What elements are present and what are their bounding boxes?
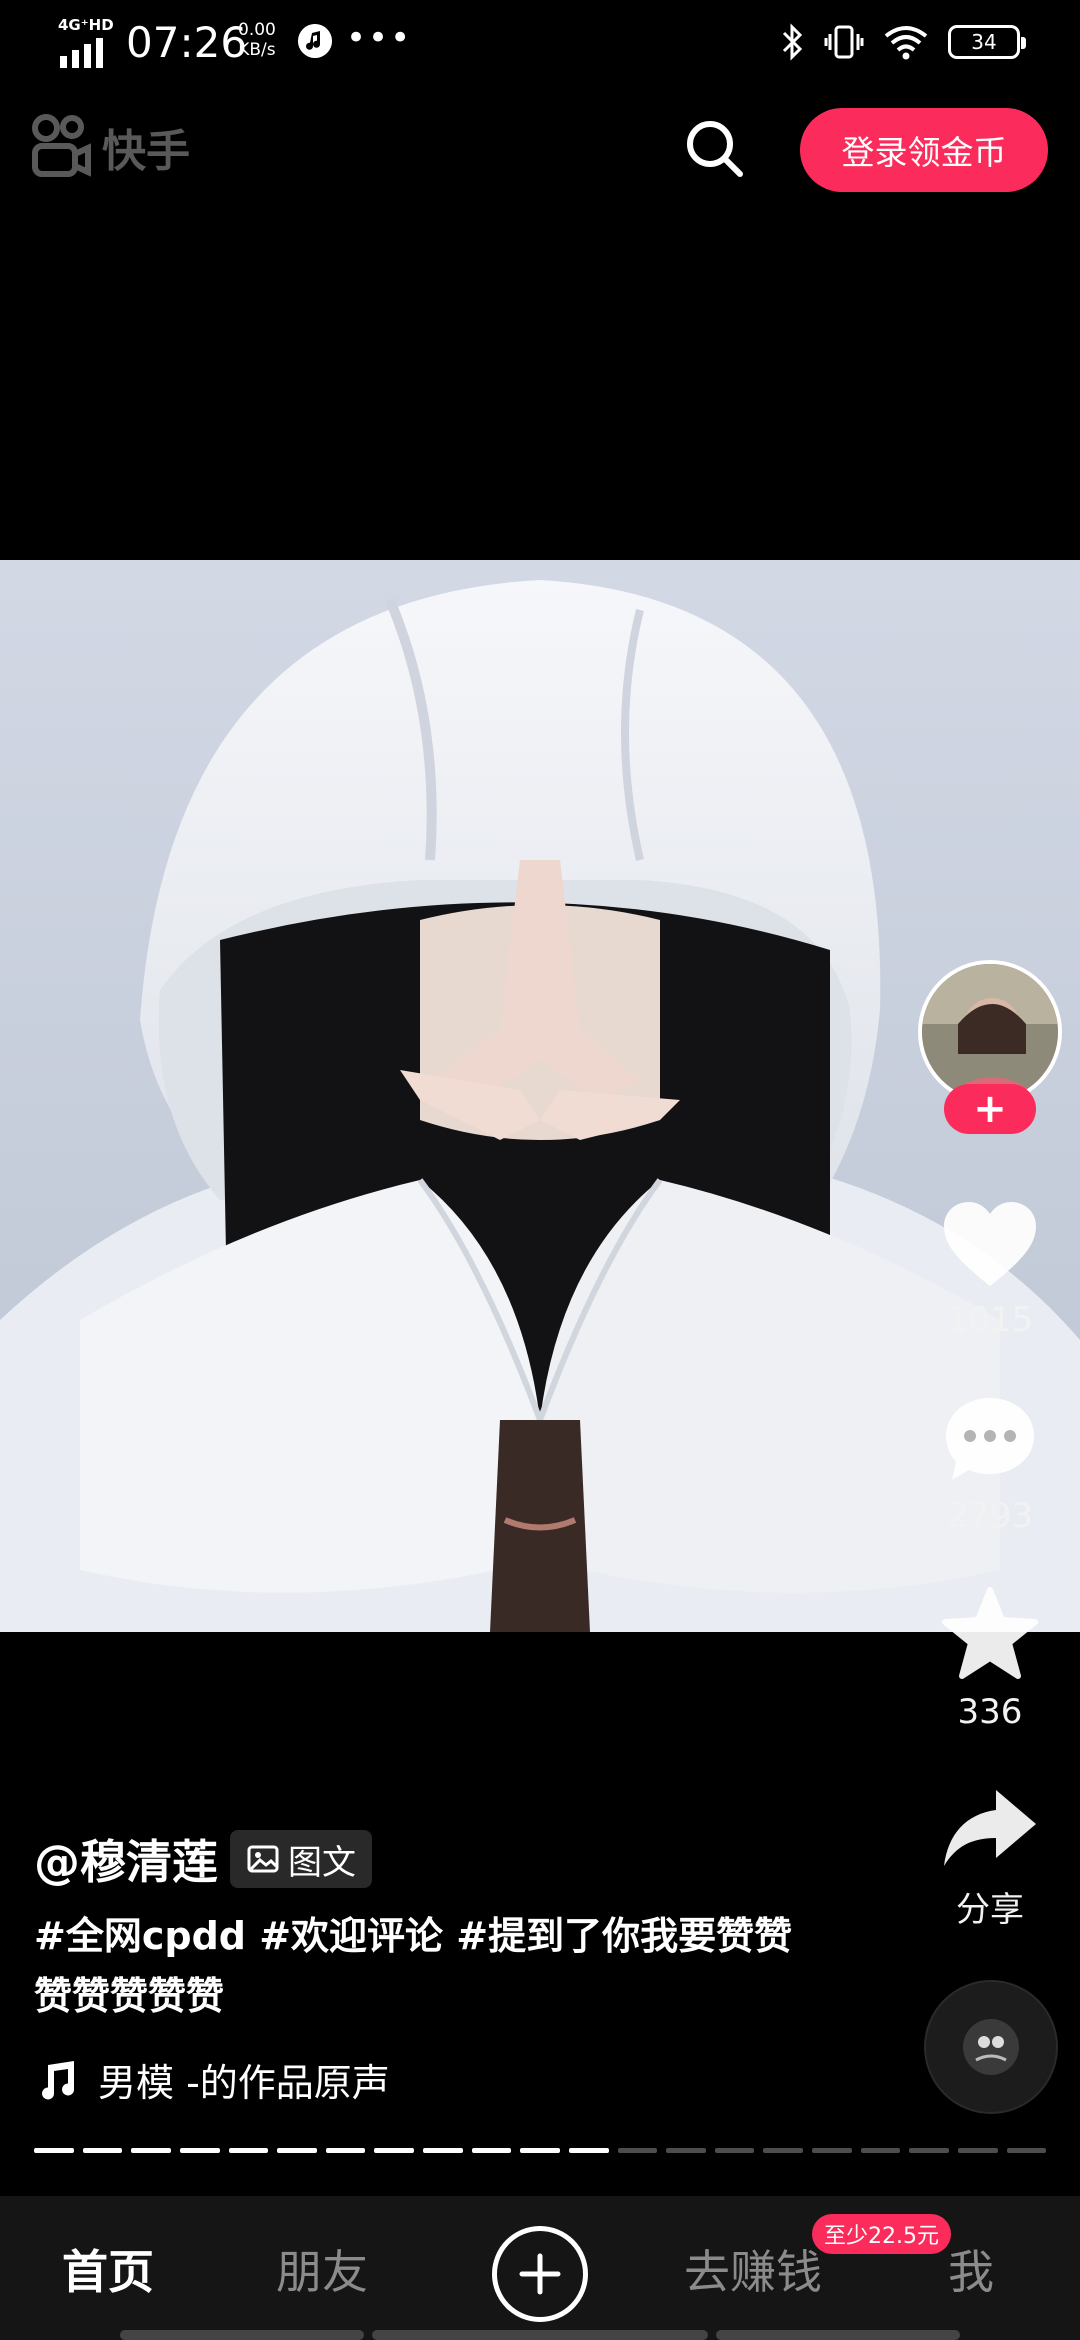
create-post-button[interactable] (492, 2226, 588, 2322)
image-progress-indicator (34, 2148, 1047, 2153)
favorite-count: 336 (957, 1692, 1023, 1732)
nav-me[interactable]: 我 (948, 2236, 994, 2302)
music-row[interactable]: 男模 -的作品原声 (34, 2052, 390, 2107)
share-icon[interactable] (940, 1786, 1040, 1872)
progress-dash (860, 2148, 901, 2153)
avatar-image (922, 964, 1058, 1100)
bluetooth-icon (782, 23, 803, 61)
progress-dash (374, 2148, 414, 2153)
gesture-bar-left (120, 2330, 364, 2340)
music-note-icon (42, 2060, 75, 2099)
gesture-bar-right (716, 2330, 960, 2340)
progress-dash (131, 2148, 171, 2153)
progress-dash (82, 2148, 123, 2153)
progress-dash (812, 2148, 852, 2153)
nav-friends[interactable]: 朋友 (276, 2236, 368, 2302)
logo-text: 快手 (102, 126, 190, 177)
screen: 4G⁺HD 07:26 0.00 KB/s ••• 34 快手 登录领金币 + … (0, 0, 1080, 2340)
music-notification-icon (298, 24, 332, 58)
net-speed: 0.00 KB/s (238, 20, 276, 60)
signal-icon (60, 38, 103, 68)
progress-dash (34, 2148, 74, 2153)
author-avatar-wrap[interactable] (918, 960, 1062, 1104)
plus-icon (519, 2253, 561, 2295)
favorite-action[interactable]: 336 (930, 1586, 1050, 1732)
login-earn-coins-button[interactable]: 登录领金币 (800, 108, 1048, 192)
share-action[interactable]: 分享 (930, 1786, 1050, 1931)
status-icons: 34 (780, 20, 1026, 64)
share-label: 分享 (956, 1890, 1024, 1930)
progress-dash (1006, 2148, 1047, 2153)
top-bar: 快手 登录领金币 (0, 100, 1080, 200)
progress-dash (325, 2148, 366, 2153)
nav-home[interactable]: 首页 (62, 2236, 154, 2302)
progress-dash (714, 2148, 755, 2153)
like-count: 1015 (946, 1300, 1034, 1340)
post-type-label: 图文 (288, 1842, 356, 1883)
author-name[interactable]: @穆清莲 (34, 1826, 218, 1892)
image-post-icon (247, 1845, 279, 1873)
wifi-icon (884, 26, 928, 60)
bottom-nav: 首页 朋友 去赚钱 至少22.5元 我 (0, 2196, 1080, 2340)
earn-badge: 至少22.5元 (812, 2214, 951, 2254)
like-action[interactable]: 1015 (930, 1200, 1050, 1340)
progress-dash (277, 2148, 317, 2153)
comment-count: 2793 (946, 1496, 1034, 1536)
author-row: @穆清莲 图文 (34, 1826, 372, 1892)
progress-dash (957, 2148, 998, 2153)
progress-dash (568, 2148, 609, 2153)
music-title: 男模 -的作品原声 (98, 2061, 390, 2105)
progress-dash (179, 2148, 220, 2153)
gesture-bar-center (372, 2330, 708, 2340)
net-speed-value: 0.00 (238, 20, 276, 40)
vibrate-icon (824, 25, 864, 59)
progress-dash (763, 2148, 803, 2153)
search-icon[interactable] (682, 116, 746, 180)
comment-action[interactable]: 2793 (930, 1394, 1050, 1536)
net-speed-unit: KB/s (238, 40, 276, 60)
battery-indicator: 34 (948, 25, 1026, 59)
post-type-chip: 图文 (230, 1830, 372, 1888)
status-bar: 4G⁺HD 07:26 0.00 KB/s ••• 34 (0, 0, 1080, 90)
clock: 07:26 (126, 18, 248, 67)
nav-earn[interactable]: 去赚钱 (684, 2236, 822, 2302)
progress-dash (471, 2148, 512, 2153)
avatar[interactable] (918, 960, 1062, 1104)
progress-dash (520, 2148, 560, 2153)
progress-dash (666, 2148, 706, 2153)
star-icon[interactable] (940, 1586, 1040, 1682)
follow-button[interactable]: + (944, 1084, 1036, 1134)
music-disc[interactable] (924, 1980, 1058, 2114)
kuaishou-logo-icon (32, 114, 91, 177)
progress-dash (909, 2148, 949, 2153)
post-caption[interactable]: #全网cpdd #欢迎评论 #提到了你我要赞赞赞赞赞赞赞 (34, 1906, 794, 2026)
more-notifications-icon: ••• (346, 18, 413, 58)
app-logo: 快手 (30, 114, 190, 180)
progress-dash (228, 2148, 269, 2153)
disc-cover-icon (963, 2019, 1019, 2075)
heart-icon[interactable] (940, 1200, 1040, 1290)
comment-icon[interactable] (942, 1394, 1038, 1486)
progress-dash (617, 2148, 658, 2153)
progress-dash (423, 2148, 463, 2153)
